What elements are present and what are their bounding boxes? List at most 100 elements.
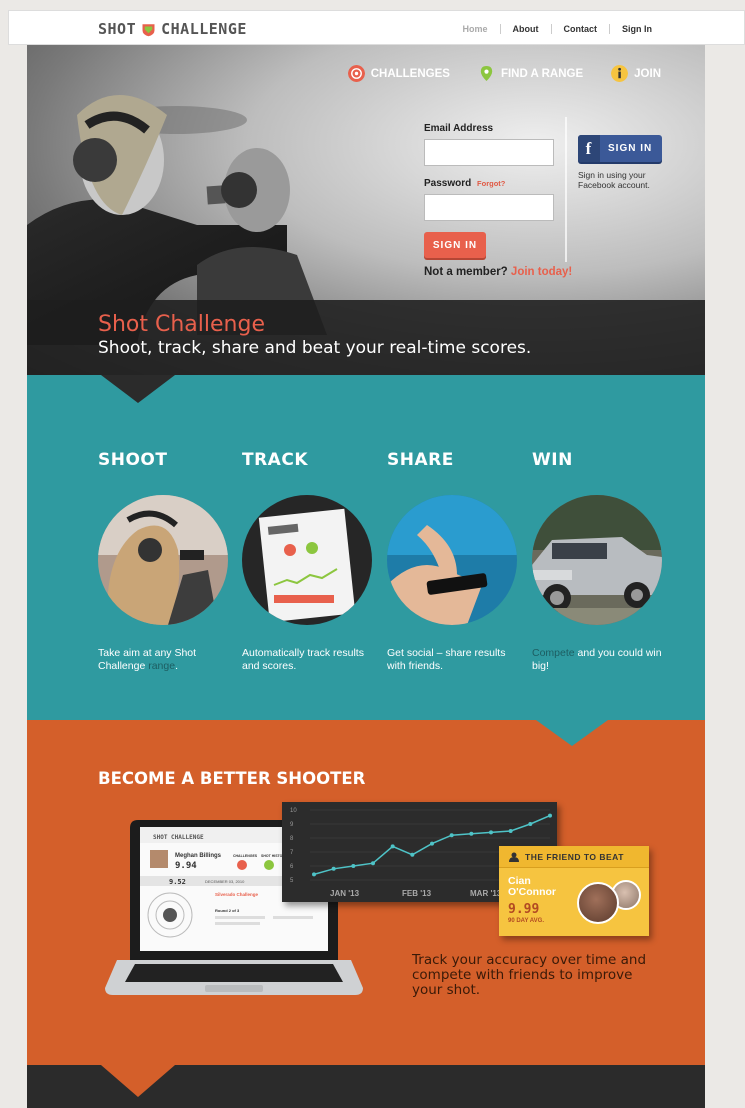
feature-win-title: WIN [532,450,573,470]
section-notch [101,1065,175,1097]
shoot-image [98,495,228,625]
chart-point [449,833,454,838]
hero-background-shooter-image [197,148,327,335]
feature-win-text: Compete and you could win big! [532,647,662,672]
friend-to-beat-card: THE FRIEND TO BEAT Cian O'Connor 9.99 90… [499,846,649,936]
friend-card-title: THE FRIEND TO BEAT [525,851,624,862]
top-bar: SHOT CHALLENGE Home About Contact Sign I… [8,10,745,45]
laptop-date: DECEMBER 03, 2010 [205,879,245,884]
info-icon [611,65,629,82]
nav-join[interactable]: JOIN [611,65,661,82]
nav-join-label: JOIN [634,67,661,80]
forgot-password-link[interactable]: Forgot? [477,179,505,188]
share-image [387,495,517,625]
feature-shoot-title: SHOOT [98,450,168,470]
facebook-icon: f [578,135,600,162]
nav-challenges-label: CHALLENGES [370,67,450,80]
chart-point [489,830,493,835]
password-label-text: Password [424,178,472,189]
section-notch [101,375,175,403]
feature-shoot-text-b: . [175,659,178,672]
chart-point [528,822,533,826]
chart-y-tick: 5 [290,878,294,884]
person-icon [509,852,519,862]
feature-share-text: Get social – share results with friends. [387,647,517,672]
shield-logo-icon [142,23,155,36]
laptop-score-2: 9.52 [169,878,186,886]
range-link[interactable]: range [148,660,175,672]
hero-section: CHALLENGES FIND A RANGE JOIN Email Addre… [27,45,705,375]
not-member-label: Not a member? [424,266,508,278]
sign-in-button[interactable]: SIGN IN [424,232,486,258]
friend-score: 9.99 [508,902,540,917]
facebook-login: f SIGN IN Sign in using your Facebook ac… [578,135,668,190]
feature-shoot: SHOOT Take aim at any Shot Challenge ran… [98,450,228,672]
footer-strip [27,1065,705,1108]
login-form: Email Address Password Forgot? SIGN IN N… [424,123,572,278]
chart-point [430,841,434,846]
friend-card-header: THE FRIEND TO BEAT [499,846,649,868]
feature-share: SHARE Get social – share results with fr… [387,450,517,672]
feature-track-text-a: Automatically track results and scores. [242,647,364,672]
laptop-user-name: Meghan Billings [175,853,222,859]
chart-point [390,844,395,849]
facebook-sign-in-button[interactable]: f SIGN IN [578,135,662,162]
chart-point [508,829,513,833]
nav-contact[interactable]: Contact [550,24,610,34]
facebook-help-text: Sign in using your Facebook account. [578,170,650,190]
chart-x-tick: JAN '13 [330,889,360,898]
nav-home[interactable]: Home [450,24,499,34]
hero-caption-strip: Shot Challenge Shoot, track, share and b… [27,300,705,375]
facebook-sign-in-label: SIGN IN [608,143,653,154]
brand-name-part1: SHOT [98,20,137,38]
password-input[interactable] [424,194,554,221]
feature-track-text: Automatically track results and scores. [242,647,372,672]
brand-name-part2: CHALLENGE [161,20,247,38]
hero-nav: CHALLENGES FIND A RANGE JOIN [347,65,661,82]
chart-point [351,864,356,868]
top-links: Home About Contact Sign In [450,24,664,34]
feature-share-title: SHARE [387,450,454,470]
chart-point [331,866,336,871]
laptop-brand-text: SHOT CHALLENGE [153,834,204,841]
feature-track-title: TRACK [242,450,308,470]
chart-point [469,831,474,836]
join-today-link[interactable]: Join today! [511,266,572,278]
friend-name[interactable]: Cian O'Connor [508,876,568,898]
nav-challenges[interactable]: CHALLENGES [347,65,450,82]
chart-point [371,861,375,866]
feature-share-text-a: Get social – share results with friends. [387,647,506,672]
nav-find-range[interactable]: FIND A RANGE [478,65,583,82]
logo[interactable]: SHOT CHALLENGE [98,20,247,38]
not-member-text: Not a member? Join today! [424,266,572,278]
better-shooter-title: BECOME A BETTER SHOOTER [98,769,366,788]
chart-point [548,813,552,818]
nav-signin[interactable]: Sign In [609,24,664,34]
email-label: Email Address [424,123,494,134]
chart-x-tick: FEB '13 [402,889,432,898]
better-shooter-section: BECOME A BETTER SHOOTER SHOT CHALLENGE M… [27,720,705,1065]
hero-subtitle: Shoot, track, share and beat your real-t… [98,338,532,358]
password-label: Password Forgot? [424,178,559,189]
map-pin-icon [480,65,493,82]
chart-y-tick: 10 [290,808,297,814]
nav-find-range-label: FIND A RANGE [500,67,584,80]
friend-avg-label: 90 DAY AVG. [508,918,545,924]
track-image [242,495,372,625]
hero-title: Shot Challenge [98,312,265,337]
compete-link[interactable]: Compete [532,647,575,659]
laptop-challenge: Silverado Challenge [215,892,259,897]
chart-y-tick: 8 [290,836,294,842]
laptop-score: 9.94 [175,861,197,871]
laptop-tab-challenges: CHALLENGES [233,854,258,858]
track-description: Track your accuracy over time and compet… [412,952,647,998]
feature-win: WIN Compete and you could win big! [532,450,662,672]
chart-point [410,852,415,857]
feature-shoot-text: Take aim at any Shot Challenge range. [98,647,228,672]
features-section: SHOOT Take aim at any Shot Challenge ran… [27,375,705,720]
email-input[interactable] [424,139,554,166]
nav-about[interactable]: About [499,24,551,34]
laptop-round: Round 2 of 3 [215,908,240,913]
section-notch [536,720,608,746]
target-icon [347,65,365,82]
